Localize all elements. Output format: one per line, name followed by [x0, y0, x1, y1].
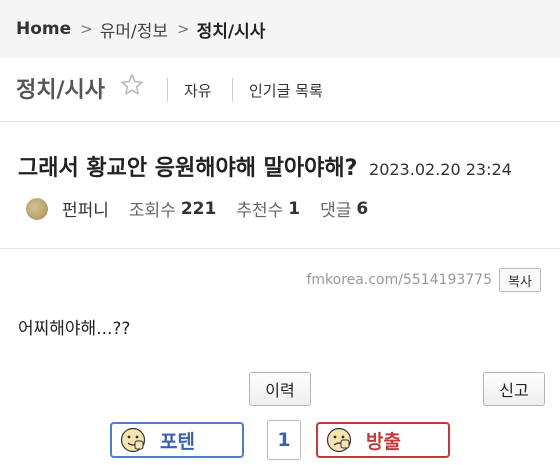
divider [232, 78, 233, 102]
post-title: 그래서 황교안 응원해야해 말아야해? 2023.02.20 23:24 [18, 150, 512, 182]
vote-down-label: 방출 [366, 430, 401, 453]
comments-label[interactable]: 댓글 [320, 196, 351, 221]
recommends-label: 추천수 [236, 201, 284, 221]
vote-up-label: 포텐 [160, 430, 195, 453]
post-meta: 펀퍼니 조회수 221 추천수 1 댓글 6 [26, 196, 388, 221]
vote-down-button[interactable]: 방출 [316, 422, 450, 458]
permalink[interactable]: fmkorea.com/5514193775 [306, 272, 492, 288]
post-body: 어찌해야해...?? [18, 319, 131, 339]
post-title-text: 그래서 황교안 응원해야해 말아야해? [18, 156, 358, 181]
board-header: 정치/시사 자유 인기글 목록 [0, 58, 560, 122]
board-link-popular[interactable]: 인기글 목록 [249, 80, 323, 101]
thumbs-up-face-icon [120, 427, 146, 453]
vote-count: 1 [267, 420, 301, 460]
thumbs-down-face-icon [326, 427, 352, 453]
copy-link-button[interactable]: 복사 [499, 268, 541, 292]
comments-count[interactable]: 6 [356, 199, 368, 219]
report-button[interactable]: 신고 [483, 372, 545, 406]
author-name[interactable]: 펀퍼니 [62, 196, 109, 221]
breadcrumb-current[interactable]: 정치/시사 [197, 17, 266, 42]
breadcrumb: Home > 유머/정보 > 정치/시사 [0, 0, 560, 58]
breadcrumb-home[interactable]: Home [16, 19, 71, 39]
board-title[interactable]: 정치/시사 [16, 72, 105, 104]
star-icon[interactable] [120, 73, 144, 97]
vote-up-button[interactable]: 포텐 [110, 422, 244, 458]
content-divider [0, 248, 560, 249]
post-date: 2023.02.20 23:24 [369, 160, 512, 179]
chevron-right-icon: > [80, 20, 93, 38]
divider [167, 78, 168, 102]
views-count: 221 [180, 198, 217, 219]
breadcrumb-section[interactable]: 유머/정보 [100, 17, 168, 42]
chevron-right-icon: > [177, 20, 190, 38]
board-link-free[interactable]: 자유 [184, 80, 212, 101]
history-button[interactable]: 이력 [249, 372, 311, 406]
recommends-count: 1 [288, 198, 301, 219]
avatar[interactable] [26, 197, 48, 220]
views-label: 조회수 [128, 201, 176, 221]
